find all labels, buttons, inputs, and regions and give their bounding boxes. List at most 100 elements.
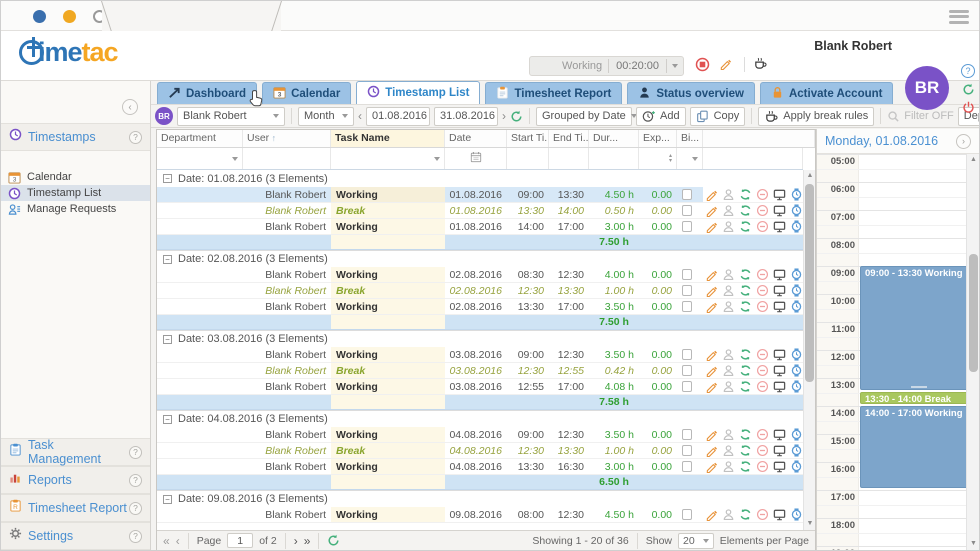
filter-cell[interactable] xyxy=(157,148,243,169)
terminal-icon[interactable] xyxy=(773,300,786,313)
column-header-bi-[interactable]: Bi... xyxy=(677,130,703,147)
billable-checkbox[interactable] xyxy=(682,429,692,440)
filter-cell[interactable]: ▴▾ xyxy=(639,148,677,169)
pager-refresh-icon[interactable] xyxy=(327,534,340,547)
next-page-button[interactable]: › xyxy=(294,535,298,547)
billable-checkbox[interactable] xyxy=(682,189,692,200)
group-header[interactable]: −Date: 03.08.2016 (3 Elements) xyxy=(157,330,803,347)
billable-checkbox[interactable] xyxy=(682,221,692,232)
assign-user-icon[interactable] xyxy=(722,444,735,457)
sync-icon[interactable] xyxy=(739,300,752,313)
timestamp-row[interactable]: Blank RobertWorking02.08.201613:3017:003… xyxy=(157,299,803,315)
scroll-down-icon[interactable]: ▼ xyxy=(804,518,816,530)
collapse-group-icon[interactable]: − xyxy=(163,495,172,504)
live-timestamp-icon[interactable] xyxy=(790,508,803,521)
tab-calendar[interactable]: 3Calendar xyxy=(262,82,351,104)
sidebar-section-timesheet-report[interactable]: RTimesheet Report? xyxy=(1,494,150,522)
scroll-up-icon[interactable]: ▲ xyxy=(804,170,816,182)
timestamp-row[interactable]: Blank RobertWorking04.08.201609:0012:303… xyxy=(157,427,803,443)
column-header-end-ti-[interactable]: End Ti... xyxy=(549,130,589,147)
scrollbar-thumb[interactable] xyxy=(805,184,814,382)
assign-user-icon[interactable] xyxy=(722,348,735,361)
live-timestamp-icon[interactable] xyxy=(790,284,803,297)
prev-page-button[interactable]: ‹ xyxy=(176,535,180,547)
terminal-icon[interactable] xyxy=(773,444,786,457)
terminal-icon[interactable] xyxy=(773,348,786,361)
terminal-icon[interactable] xyxy=(773,204,786,217)
live-timestamp-icon[interactable] xyxy=(790,460,803,473)
sidebar-section-reports[interactable]: Reports? xyxy=(1,466,150,494)
column-header-department[interactable]: Department xyxy=(157,130,243,147)
apply-break-rules-button[interactable]: Apply break rules xyxy=(758,107,874,126)
live-timestamp-icon[interactable] xyxy=(790,380,803,393)
terminal-icon[interactable] xyxy=(773,220,786,233)
terminal-icon[interactable] xyxy=(773,364,786,377)
terminal-icon[interactable] xyxy=(773,460,786,473)
live-timestamp-icon[interactable] xyxy=(790,428,803,441)
page-size-select[interactable]: 20 xyxy=(678,533,714,549)
range-select[interactable]: Month xyxy=(298,107,354,126)
first-page-button[interactable]: « xyxy=(163,535,170,547)
section-help-icon[interactable]: ? xyxy=(129,530,142,543)
tab-timesheet-report[interactable]: Timesheet Report xyxy=(485,82,622,104)
billable-checkbox[interactable] xyxy=(682,301,692,312)
remove-icon[interactable] xyxy=(756,428,769,441)
remove-icon[interactable] xyxy=(756,204,769,217)
filter-chevron-down-icon[interactable] xyxy=(692,157,698,161)
tracker-chevron-down-icon[interactable] xyxy=(672,64,678,68)
collapse-group-icon[interactable]: − xyxy=(163,335,172,344)
billable-checkbox[interactable] xyxy=(682,205,692,216)
edit-icon[interactable] xyxy=(705,460,718,473)
edit-icon[interactable] xyxy=(705,428,718,441)
section-help-icon[interactable]: ? xyxy=(129,131,142,144)
sidebar-item-manage-requests[interactable]: Manage Requests xyxy=(1,201,150,217)
grouping-select[interactable]: Grouped by Date xyxy=(536,107,632,126)
edit-icon[interactable] xyxy=(705,268,718,281)
sidebar-item-timestamp-list[interactable]: Timestamp List xyxy=(1,185,150,201)
edit-icon[interactable] xyxy=(705,220,718,233)
day-panel-scrollbar[interactable]: ▲ ▼ xyxy=(966,154,979,550)
section-help-icon[interactable]: ? xyxy=(129,502,142,515)
column-header-start-ti-[interactable]: Start Ti... xyxy=(507,130,549,147)
collapse-group-icon[interactable]: − xyxy=(163,415,172,424)
column-header-task-name[interactable]: Task Name xyxy=(331,130,445,147)
page-number-input[interactable] xyxy=(227,533,253,548)
live-timestamp-icon[interactable] xyxy=(790,188,803,201)
terminal-icon[interactable] xyxy=(773,428,786,441)
group-header[interactable]: −Date: 02.08.2016 (3 Elements) xyxy=(157,250,803,267)
timestamp-row[interactable]: Blank RobertBreak02.08.201612:3013:301.0… xyxy=(157,283,803,299)
window-control-2[interactable] xyxy=(63,10,76,23)
add-button[interactable]: Add xyxy=(636,107,686,126)
filter-cell[interactable] xyxy=(549,148,589,169)
filter-cell[interactable] xyxy=(243,148,331,169)
timestamp-row[interactable]: Blank RobertWorking03.08.201609:0012:303… xyxy=(157,347,803,363)
sync-icon[interactable] xyxy=(739,284,752,297)
billable-checkbox[interactable] xyxy=(682,509,692,520)
billable-checkbox[interactable] xyxy=(682,445,692,456)
calendar-event-working[interactable]: 14:00 - 17:00 Working xyxy=(860,406,978,488)
sync-icon[interactable] xyxy=(739,364,752,377)
remove-icon[interactable] xyxy=(756,284,769,297)
assign-user-icon[interactable] xyxy=(722,428,735,441)
filter-chevron-down-icon[interactable] xyxy=(232,157,238,161)
sidebar-collapse-button[interactable]: ‹ xyxy=(122,99,138,115)
edit-icon[interactable] xyxy=(705,204,718,217)
window-menu-icon[interactable] xyxy=(949,7,969,26)
date-to-field[interactable]: 31.08.2016 xyxy=(434,107,498,126)
live-timestamp-icon[interactable] xyxy=(790,444,803,457)
timestamp-row[interactable]: Blank RobertBreak01.08.201613:3014:000.5… xyxy=(157,203,803,219)
edit-icon[interactable] xyxy=(705,444,718,457)
remove-icon[interactable] xyxy=(756,444,769,457)
user-avatar[interactable]: BR xyxy=(905,66,949,110)
live-timestamp-icon[interactable] xyxy=(790,300,803,313)
assign-user-icon[interactable] xyxy=(722,268,735,281)
billable-checkbox[interactable] xyxy=(682,365,692,376)
timestamp-row[interactable]: Blank RobertWorking03.08.201612:5517:004… xyxy=(157,379,803,395)
terminal-icon[interactable] xyxy=(773,268,786,281)
tab-timestamp-list[interactable]: Timestamp List xyxy=(356,81,480,104)
live-timestamp-icon[interactable] xyxy=(790,268,803,281)
timestamp-row[interactable]: Blank RobertBreak03.08.201612:3012:550.4… xyxy=(157,363,803,379)
filter-off-control[interactable]: Filter OFF xyxy=(878,108,954,124)
previous-period-chevron[interactable]: ‹ xyxy=(358,109,362,123)
edit-icon[interactable] xyxy=(705,284,718,297)
